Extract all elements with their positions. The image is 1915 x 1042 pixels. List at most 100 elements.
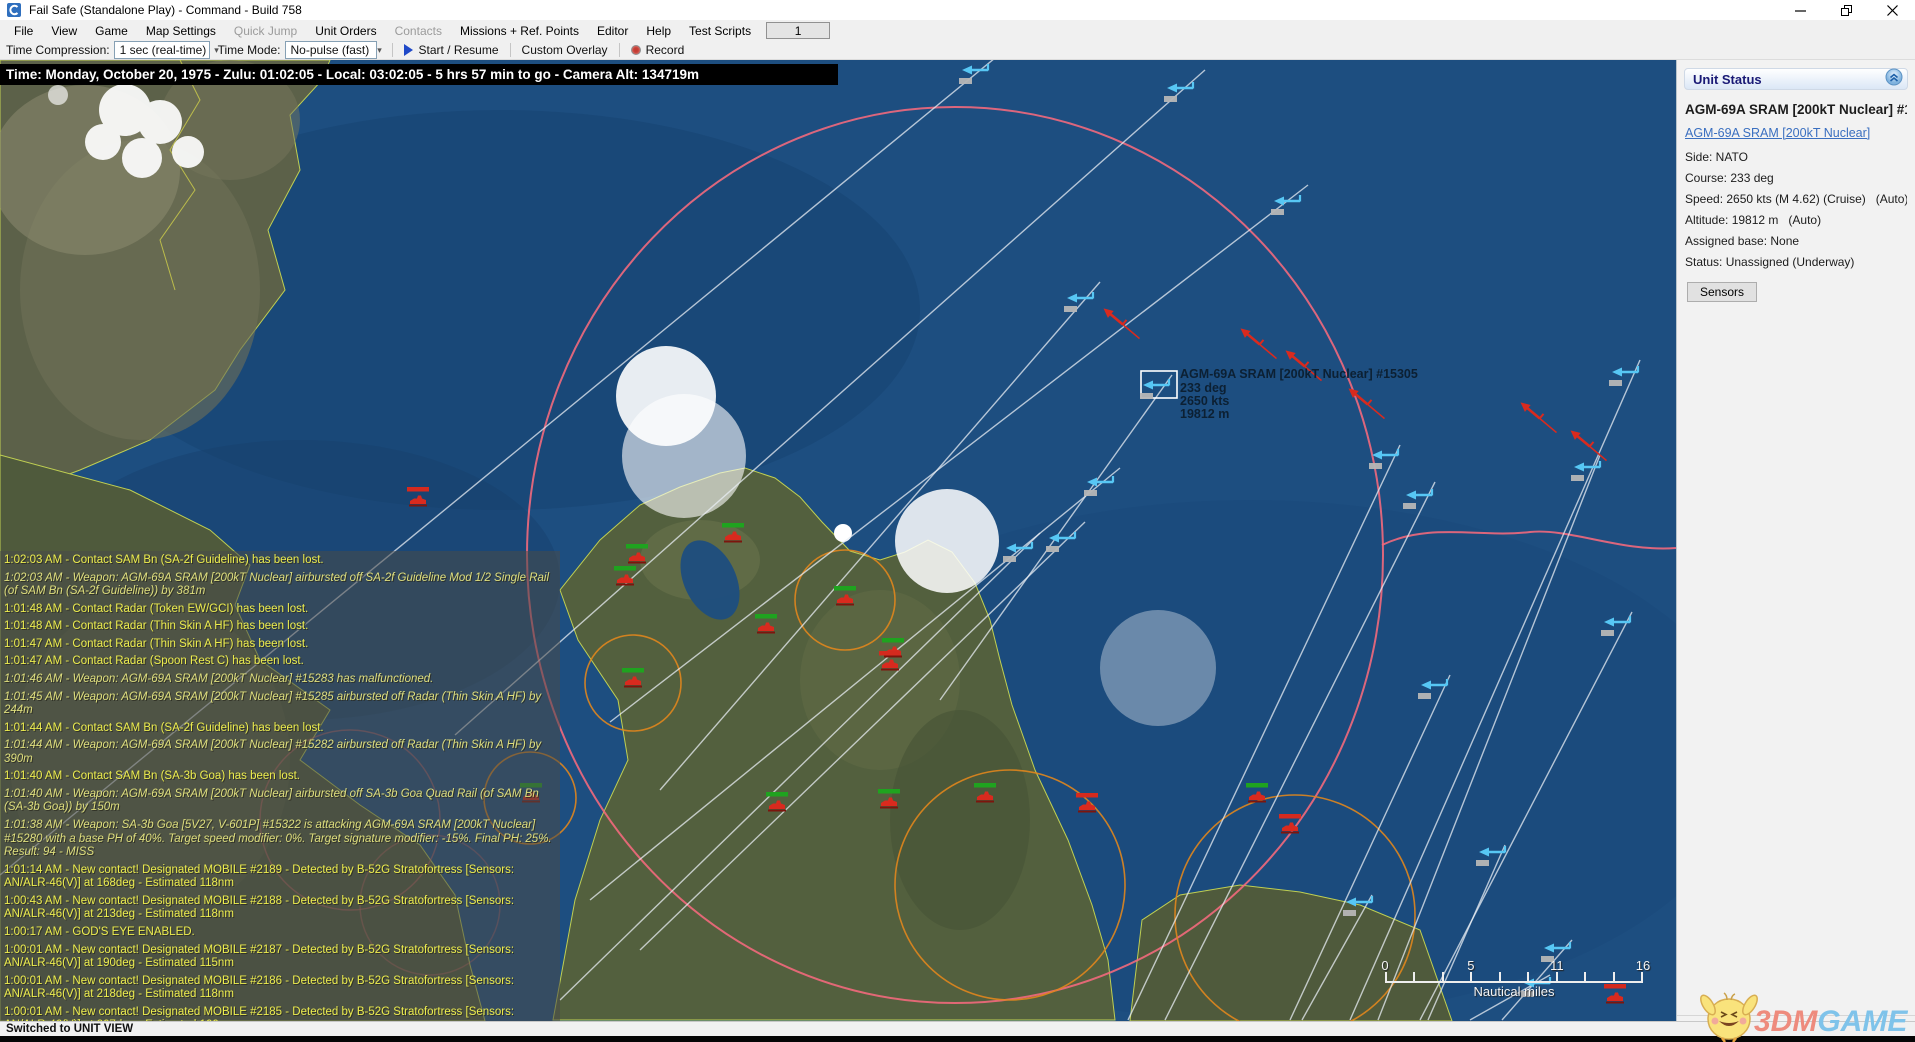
sensors-button[interactable]: Sensors: [1687, 282, 1757, 302]
time-compression-label: Time Compression:: [6, 43, 110, 57]
bottom-strip: [0, 1036, 1915, 1042]
watermark-game: GAME: [1817, 1005, 1907, 1038]
menu-item-missions-ref-points[interactable]: Missions + Ref. Points: [451, 22, 588, 40]
scale-tick-label: 11: [1550, 958, 1564, 973]
datalink-box: [1369, 463, 1382, 469]
log-message: 1:00:17 AM - GOD'S EYE ENABLED.: [4, 926, 556, 940]
toolbar-separator: [392, 43, 393, 57]
time-mode-label: Time Mode:: [218, 43, 281, 57]
menu-item-game[interactable]: Game: [86, 22, 137, 40]
vehicle-base: [1281, 832, 1299, 834]
record-button[interactable]: Record: [627, 43, 689, 57]
health-bar: [407, 487, 429, 492]
datalink-box: [1609, 380, 1622, 386]
close-button[interactable]: [1869, 0, 1915, 20]
menu-item-file[interactable]: File: [5, 22, 42, 40]
selected-unit-label-line: 2650 kts: [1180, 394, 1229, 408]
vehicle-base: [880, 807, 898, 809]
menu-item-unit-orders[interactable]: Unit Orders: [306, 22, 385, 40]
tactical-map[interactable]: AGM-69A SRAM [200kT Nuclear] #15305233 d…: [0, 60, 1676, 1021]
log-message: 1:01:47 AM - Contact Radar (Thin Skin A …: [4, 638, 556, 652]
scale-ticks: [1385, 972, 1643, 983]
datalink-box: [1084, 490, 1097, 496]
health-bar: [755, 614, 777, 619]
collapse-panel-button[interactable]: [1885, 68, 1903, 91]
unit-field: Course: 233 deg: [1685, 171, 1907, 185]
log-message: 1:00:01 AM - New contact! Designated MOB…: [4, 1006, 556, 1021]
menu-item-editor[interactable]: Editor: [588, 22, 637, 40]
health-bar: [1246, 783, 1268, 788]
log-message: 1:01:45 AM - Weapon: AGM-69A SRAM [200kT…: [4, 691, 556, 718]
log-message: 1:01:48 AM - Contact Radar (Thin Skin A …: [4, 620, 556, 634]
app-window: Fail Safe (Standalone Play) - Command - …: [0, 0, 1915, 1042]
unit-status-title: Unit Status: [1693, 72, 1885, 87]
datalink-box: [1476, 860, 1489, 866]
log-message: 1:00:01 AM - New contact! Designated MOB…: [4, 944, 556, 971]
vehicle-base: [628, 562, 646, 564]
menu-item-help[interactable]: Help: [637, 22, 680, 40]
menu-bar: FileViewGameMap SettingsQuick JumpUnit O…: [0, 20, 1915, 41]
health-bar: [766, 792, 788, 797]
scale-tick-label: 5: [1467, 958, 1474, 973]
burst-circle: [622, 394, 746, 518]
menu-item-view[interactable]: View: [42, 22, 86, 40]
unit-field: Status: Unassigned (Underway): [1685, 255, 1907, 269]
unit-field: Altitude: 19812 m (Auto): [1685, 213, 1907, 227]
vehicle-base: [1078, 811, 1096, 813]
datalink-box: [1343, 910, 1356, 916]
restore-button[interactable]: [1823, 0, 1869, 20]
health-bar: [879, 651, 901, 656]
health-bar: [1279, 814, 1301, 819]
selected-unit-name: AGM-69A SRAM [200kT Nuclear] #15305: [1685, 102, 1907, 117]
toolbar-separator: [510, 43, 511, 57]
unit-field: Assigned base: None: [1685, 234, 1907, 248]
vehicle-base: [409, 505, 427, 507]
time-compression-select[interactable]: 1 sec (real-time)▾: [114, 41, 210, 59]
unit-status-header: Unit Status: [1684, 68, 1908, 90]
health-bar: [882, 638, 904, 643]
menu-item-contacts: Contacts: [386, 22, 451, 40]
start-resume-button[interactable]: Start / Resume: [400, 43, 503, 57]
health-bar: [834, 586, 856, 591]
burst-circle: [895, 489, 999, 593]
watermark: 3DMGAME: [1698, 983, 1907, 1042]
time-mode-select[interactable]: No-pulse (fast)▾: [285, 41, 377, 59]
log-message: 1:01:14 AM - New contact! Designated MOB…: [4, 864, 556, 891]
status-bar: Switched to UNIT VIEW: [0, 1021, 1915, 1036]
datalink-box: [1046, 546, 1059, 552]
log-message: 1:01:44 AM - Weapon: AGM-69A SRAM [200kT…: [4, 739, 556, 766]
test-scripts-counter[interactable]: 1: [766, 22, 830, 39]
datalink-box: [1164, 96, 1177, 102]
menu-item-test-scripts[interactable]: Test Scripts: [680, 22, 760, 40]
log-message: 1:00:43 AM - New contact! Designated MOB…: [4, 895, 556, 922]
datalink-box: [1571, 475, 1584, 481]
burst-circle: [834, 524, 852, 542]
selected-unit-link[interactable]: AGM-69A SRAM [200kT Nuclear]: [1685, 126, 1907, 140]
burst-circle: [1100, 610, 1216, 726]
datalink-box: [1271, 209, 1284, 215]
log-message: 1:02:03 AM - Contact SAM Bn (SA-2f Guide…: [4, 554, 556, 568]
health-bar: [878, 789, 900, 794]
health-bar: [722, 523, 744, 528]
datalink-box: [959, 78, 972, 84]
scale-caption: Nautical miles: [1385, 984, 1643, 999]
record-icon: [631, 45, 641, 55]
time-status-bar: Time: Monday, October 20, 1975 - Zulu: 0…: [0, 64, 838, 85]
minimize-button[interactable]: [1777, 0, 1823, 20]
datalink-box: [1003, 556, 1016, 562]
custom-overlay-button[interactable]: Custom Overlay: [518, 43, 612, 57]
vehicle-base: [1248, 801, 1266, 803]
health-bar: [1076, 793, 1098, 798]
log-message: 1:01:46 AM - Weapon: AGM-69A SRAM [200kT…: [4, 673, 556, 687]
app-icon: [7, 3, 21, 17]
vehicle-base: [724, 541, 742, 543]
menu-item-map-settings[interactable]: Map Settings: [137, 22, 225, 40]
datalink-box: [1601, 630, 1614, 636]
log-message: 1:01:47 AM - Contact Radar (Spoon Rest C…: [4, 655, 556, 669]
log-message: 1:01:44 AM - Contact SAM Bn (SA-2f Guide…: [4, 722, 556, 736]
health-bar: [622, 668, 644, 673]
vehicle-base: [884, 656, 902, 658]
datalink-box: [1140, 393, 1153, 399]
selected-unit-label-line: AGM-69A SRAM [200kT Nuclear] #15305: [1180, 367, 1418, 381]
chevron-down-icon: ▾: [377, 45, 382, 56]
